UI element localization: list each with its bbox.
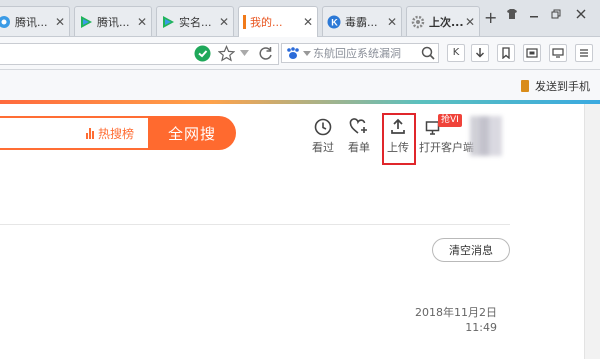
history-label: 看过 [312, 141, 334, 154]
new-tab-button[interactable]: + [484, 8, 497, 27]
bookmark-button[interactable] [497, 44, 515, 62]
orange-bar-icon [243, 15, 246, 29]
avatar[interactable] [470, 116, 502, 156]
security-shield-icon[interactable] [194, 45, 211, 62]
tab-title: 腾讯... [15, 15, 48, 29]
tab-3[interactable]: 实名... ✕ [156, 6, 234, 36]
download-icon [476, 48, 484, 58]
tab-title: 上次... [429, 15, 463, 29]
tab-title: 实名... [179, 15, 212, 29]
site-search: 热搜榜 全网搜 [0, 116, 240, 150]
bar-chart-icon [86, 128, 95, 139]
baidu-paw-icon [287, 47, 299, 59]
watchlist-button[interactable]: 看单 [342, 118, 376, 155]
site-search-input[interactable] [0, 116, 160, 150]
tencent-video-icon [81, 15, 92, 28]
clear-messages-button[interactable]: 清空消息 [432, 238, 510, 262]
tencent-video-icon [163, 15, 174, 28]
open-client-label: 打开客户端 [419, 141, 474, 154]
download-button[interactable] [471, 44, 489, 62]
gear-icon [411, 15, 425, 28]
bookmark-bar: 发送到手机 [0, 70, 600, 100]
heart-plus-icon [349, 118, 367, 134]
send-to-phone-button[interactable]: 发送到手机 [521, 78, 590, 94]
tab-strip: 腾讯... ✕ 腾讯... ✕ 实名... ✕ 我的... ✕ K 毒霸... … [0, 0, 600, 37]
search-box[interactable]: 东航回应系统漏洞 [281, 43, 439, 63]
message-date: 2018年11月2日 [415, 306, 497, 319]
tab-title: 我的... [250, 16, 283, 29]
screenshot-icon [526, 48, 538, 58]
toolbar: 东航回应系统漏洞 K [0, 37, 600, 70]
refresh-icon[interactable] [258, 46, 273, 61]
divider [0, 224, 510, 225]
tab-6[interactable]: 上次... ✕ [406, 6, 480, 36]
menu-button[interactable] [575, 44, 593, 62]
minimize-icon[interactable] [525, 8, 543, 23]
restore-icon[interactable] [547, 8, 565, 23]
menu-icon [580, 49, 588, 57]
device-button[interactable] [549, 44, 567, 62]
monitor-icon [552, 48, 564, 58]
address-bar[interactable] [0, 43, 279, 65]
search-input[interactable]: 东航回应系统漏洞 [313, 45, 421, 61]
watchlist-label: 看单 [348, 141, 370, 154]
k-button[interactable]: K [447, 44, 465, 62]
close-icon[interactable]: ✕ [387, 15, 397, 29]
history-button[interactable]: 看过 [306, 118, 340, 155]
tab-title: 腾讯... [97, 15, 130, 29]
accent-line [0, 100, 600, 104]
svg-text:K: K [331, 17, 338, 27]
upload-highlight-box [382, 113, 416, 165]
hot-search-link[interactable]: 热搜榜 [86, 125, 134, 142]
hot-search-label: 热搜榜 [98, 127, 135, 141]
phone-icon [521, 80, 529, 92]
tab-title: 毒霸... [345, 15, 378, 29]
close-icon[interactable]: ✕ [137, 15, 147, 29]
tab-5[interactable]: K 毒霸... ✕ [322, 6, 402, 36]
close-icon[interactable]: ✕ [303, 15, 313, 29]
close-icon[interactable]: ✕ [465, 15, 475, 29]
tab-2[interactable]: 腾讯... ✕ [74, 6, 152, 36]
tab-1[interactable]: 腾讯... ✕ [0, 6, 70, 36]
vip-badge[interactable]: 抢VI [438, 114, 462, 127]
close-window-icon[interactable] [572, 8, 590, 23]
search-icon[interactable] [421, 46, 435, 60]
kingsoft-k-icon: K [327, 15, 341, 28]
tab-4-active[interactable]: 我的... ✕ [238, 6, 318, 37]
vertical-scrollbar[interactable] [584, 104, 600, 359]
close-icon[interactable]: ✕ [219, 15, 229, 29]
clock-icon [314, 118, 332, 136]
chevron-down-icon[interactable] [240, 50, 249, 56]
close-icon[interactable]: ✕ [55, 15, 65, 29]
send-to-phone-label: 发送到手机 [535, 80, 590, 93]
screenshot-button[interactable] [523, 44, 541, 62]
chevron-down-icon[interactable] [303, 50, 311, 56]
qq-video-icon [0, 15, 10, 28]
search-all-button[interactable]: 全网搜 [148, 116, 236, 150]
star-icon[interactable] [218, 45, 235, 62]
message-time: 11:49 [465, 321, 497, 334]
shirt-icon[interactable] [503, 8, 521, 23]
bookmark-icon [502, 47, 510, 60]
